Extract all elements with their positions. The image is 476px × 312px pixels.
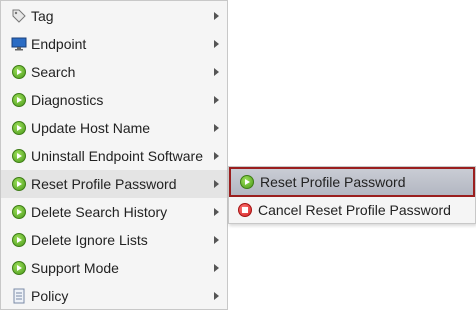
menu-item-label: Delete Search History xyxy=(31,204,168,220)
stop-icon xyxy=(237,202,253,218)
play-icon xyxy=(11,92,27,108)
submenu-arrow-icon xyxy=(214,236,219,244)
menu-item-label: Endpoint xyxy=(31,36,87,52)
context-menu: Tag Endpoint Search Diagnostics Update H… xyxy=(0,0,228,310)
submenu-arrow-icon xyxy=(214,40,219,48)
menu-item-label: Reset Profile Password xyxy=(31,176,177,192)
menu-item-label: Support Mode xyxy=(31,260,119,276)
play-icon xyxy=(11,204,27,220)
submenu-arrow-icon xyxy=(214,124,219,132)
menu-item-label: Uninstall Endpoint Software xyxy=(31,148,203,164)
menu-item-tag[interactable]: Tag xyxy=(1,2,227,30)
submenu-arrow-icon xyxy=(214,152,219,160)
submenu-item-cancel-reset-profile-password[interactable]: Cancel Reset Profile Password xyxy=(229,196,475,224)
menu-item-update-host-name[interactable]: Update Host Name xyxy=(1,114,227,142)
submenu-item-label: Cancel Reset Profile Password xyxy=(258,202,451,218)
play-icon xyxy=(239,174,255,190)
submenu-arrow-icon xyxy=(214,12,219,20)
menu-item-label: Search xyxy=(31,64,76,80)
menu-item-label: Policy xyxy=(31,288,69,304)
menu-item-uninstall-endpoint-software[interactable]: Uninstall Endpoint Software xyxy=(1,142,227,170)
menu-item-delete-search-history[interactable]: Delete Search History xyxy=(1,198,227,226)
play-icon xyxy=(11,232,27,248)
menu-item-label: Tag xyxy=(31,8,54,24)
submenu-reset-profile-password: Reset Profile Password Cancel Reset Prof… xyxy=(228,166,476,224)
submenu-arrow-icon xyxy=(214,68,219,76)
menu-item-label: Diagnostics xyxy=(31,92,104,108)
menu-item-label: Delete Ignore Lists xyxy=(31,232,148,248)
play-icon xyxy=(11,64,27,80)
tag-icon xyxy=(11,8,27,24)
submenu-item-reset-profile-password[interactable]: Reset Profile Password xyxy=(229,167,475,197)
play-icon xyxy=(11,120,27,136)
menu-item-search[interactable]: Search xyxy=(1,58,227,86)
play-icon xyxy=(11,176,27,192)
monitor-icon xyxy=(11,36,27,52)
submenu-arrow-icon xyxy=(214,180,219,188)
menu-item-reset-profile-password[interactable]: Reset Profile Password xyxy=(1,170,227,198)
menu-item-endpoint[interactable]: Endpoint xyxy=(1,30,227,58)
submenu-item-label: Reset Profile Password xyxy=(260,174,406,190)
play-icon xyxy=(11,148,27,164)
menu-item-diagnostics[interactable]: Diagnostics xyxy=(1,86,227,114)
menu-item-label: Update Host Name xyxy=(31,120,151,136)
submenu-arrow-icon xyxy=(214,292,219,300)
menu-item-delete-ignore-lists[interactable]: Delete Ignore Lists xyxy=(1,226,227,254)
menu-item-support-mode[interactable]: Support Mode xyxy=(1,254,227,282)
submenu-arrow-icon xyxy=(214,264,219,272)
submenu-arrow-icon xyxy=(214,96,219,104)
submenu-arrow-icon xyxy=(214,208,219,216)
play-icon xyxy=(11,260,27,276)
menu-item-policy[interactable]: Policy xyxy=(1,282,227,310)
document-icon xyxy=(11,288,27,304)
